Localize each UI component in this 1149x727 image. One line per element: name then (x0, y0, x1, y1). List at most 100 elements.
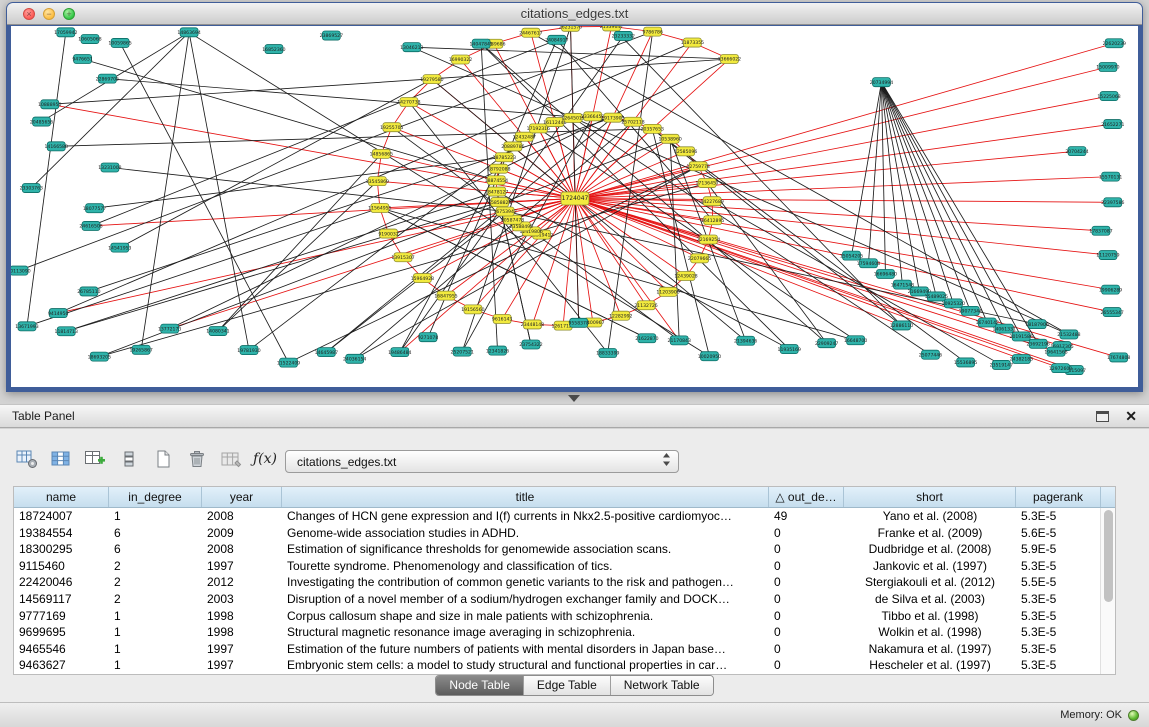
network-node[interactable]: 24084917 (545, 35, 568, 44)
cell-name[interactable]: 18724007 (14, 508, 109, 525)
cell-year[interactable]: 2003 (202, 591, 282, 608)
network-node[interactable]: 11873355 (681, 38, 704, 47)
table-row[interactable]: 2242004622012Investigating the contribut… (14, 574, 1100, 591)
column-header-out_degree[interactable]: △ out_de… (769, 487, 844, 507)
network-node[interactable]: 12886110 (890, 321, 913, 330)
cell-name[interactable]: 9115460 (14, 558, 109, 575)
network-node[interactable]: 23869527 (320, 31, 343, 40)
network-node[interactable]: 19641568 (1044, 347, 1067, 356)
network-node[interactable]: 14047845 (469, 39, 492, 48)
network-node[interactable]: 16852360 (262, 45, 285, 54)
cell-title[interactable]: Tourette syndrome. Phenomenology and cla… (282, 558, 769, 575)
network-node[interactable]: 16847955 (434, 291, 457, 300)
network-node[interactable]: 16696480 (874, 269, 897, 278)
network-node[interactable]: 17674808 (1107, 353, 1130, 362)
network-node[interactable]: 24382183 (1010, 355, 1033, 364)
network-node[interactable]: 21652271 (1101, 120, 1124, 129)
cell-name[interactable]: 9777169 (14, 608, 109, 625)
network-node[interactable]: 16412895 (701, 216, 724, 225)
cell-name[interactable]: 9699695 (14, 624, 109, 641)
cell-short[interactable]: Wolkin et al. (1998) (844, 624, 1016, 641)
create-table-button[interactable] (148, 445, 178, 473)
table-row[interactable]: 946554611997Estimation of the future num… (14, 641, 1100, 658)
cell-in_degree[interactable]: 1 (109, 657, 202, 674)
cell-pagerank[interactable]: 5.9E-5 (1016, 541, 1100, 558)
network-node[interactable]: 14645987 (315, 348, 338, 357)
cell-out_degree[interactable]: 0 (769, 608, 844, 625)
cell-pagerank[interactable]: 5.3E-5 (1016, 508, 1100, 525)
table-source-select[interactable]: citations_edges.txt (285, 450, 679, 473)
network-node[interactable]: 10925320 (942, 299, 965, 308)
network-node[interactable]: 20191586 (1010, 332, 1033, 341)
network-node[interactable]: 21532488 (1057, 330, 1080, 339)
network-node[interactable]: 10020950 (698, 352, 721, 361)
cell-title[interactable]: Embryonic stem cells: a model to study s… (282, 657, 769, 674)
network-node[interactable]: 10538960 (658, 134, 681, 143)
network-node[interactable]: 19906289 (1099, 285, 1122, 294)
cell-in_degree[interactable]: 6 (109, 525, 202, 542)
cell-short[interactable]: Stergiakouli et al. (2012) (844, 574, 1016, 591)
tab-node-table[interactable]: Node Table (436, 676, 523, 695)
cell-in_degree[interactable]: 2 (109, 558, 202, 575)
cell-pagerank[interactable]: 5.3E-5 (1016, 641, 1100, 658)
network-node[interactable]: 23233332 (612, 31, 635, 40)
network-node[interactable]: 12759778 (687, 162, 710, 171)
network-node[interactable]: 13671993 (15, 322, 38, 331)
network-node[interactable]: 21622870 (635, 334, 658, 343)
new-column-button[interactable] (80, 445, 110, 473)
select-rows-button[interactable] (114, 445, 144, 473)
cell-name[interactable]: 9465546 (14, 641, 109, 658)
network-node[interactable]: 14061331 (993, 324, 1016, 333)
function-builder-button[interactable]: ƒ(x) (250, 445, 280, 473)
cell-pagerank[interactable]: 5.3E-5 (1016, 657, 1100, 674)
cell-short[interactable]: Dudbridge et al. (2008) (844, 541, 1016, 558)
network-node[interactable]: 13666022 (718, 54, 741, 63)
network-node[interactable]: 24036154 (343, 354, 366, 363)
table-row[interactable]: 1456911722003Disruption of a novel membe… (14, 591, 1100, 608)
network-node[interactable]: 10888950 (38, 100, 61, 109)
network-node[interactable]: 23448148 (521, 320, 544, 329)
network-node[interactable]: 18833399 (596, 348, 619, 357)
network-node[interactable]: 12585096 (674, 147, 697, 156)
network-node[interactable]: 10059865 (108, 38, 131, 47)
column-header-short[interactable]: short (844, 487, 1016, 507)
cell-name[interactable]: 22420046 (14, 574, 109, 591)
cell-year[interactable]: 1998 (202, 624, 282, 641)
network-node[interactable]: 19486484 (388, 348, 411, 357)
network-node[interactable]: 12282992 (609, 311, 632, 320)
network-node[interactable]: 17059942 (54, 28, 77, 37)
network-node[interactable]: 19279580 (420, 75, 443, 84)
network-node[interactable]: 20734994 (870, 78, 893, 87)
cell-pagerank[interactable]: 5.5E-5 (1016, 574, 1100, 591)
float-panel-icon[interactable] (1096, 411, 1109, 422)
network-node[interactable]: 20357653 (641, 124, 664, 133)
cell-out_degree[interactable]: 49 (769, 508, 844, 525)
network-node[interactable]: 22869705 (96, 74, 119, 83)
network-node[interactable]: 22397586 (1101, 198, 1124, 207)
network-node[interactable]: 26231570 (559, 26, 582, 31)
table-row[interactable]: 969969511998Structural magnetic resonanc… (14, 624, 1100, 641)
network-node[interactable]: 18792088 (487, 164, 510, 173)
network-node[interactable]: 15536895 (954, 358, 977, 367)
column-header-year[interactable]: year (202, 487, 282, 507)
cell-year[interactable]: 2009 (202, 525, 282, 542)
network-canvas[interactable]: 1231941212419806235884952058747816753942… (11, 26, 1138, 387)
cell-in_degree[interactable]: 6 (109, 541, 202, 558)
table-row[interactable]: 946362711997Embryonic stem cells: a mode… (14, 657, 1100, 674)
network-node[interactable]: 23303763 (20, 184, 43, 193)
network-node[interactable]: 15964928 (411, 274, 434, 283)
cell-out_degree[interactable]: 0 (769, 525, 844, 542)
table-mode-button[interactable] (12, 445, 42, 473)
network-node[interactable]: 12341826 (486, 346, 509, 355)
network-node[interactable]: 22169254 (697, 235, 720, 244)
column-header-name[interactable]: name (14, 487, 109, 507)
network-node[interactable]: 19781930 (237, 346, 260, 355)
cell-pagerank[interactable]: 5.3E-5 (1016, 558, 1100, 575)
cell-title[interactable]: Disruption of a novel member of a sodium… (282, 591, 769, 608)
import-table-button[interactable] (216, 445, 246, 473)
network-node[interactable]: 11522409 (277, 358, 300, 367)
network-node[interactable]: 24467617 (519, 28, 542, 37)
cell-short[interactable]: Jankovic et al. (1997) (844, 558, 1016, 575)
cell-in_degree[interactable]: 1 (109, 624, 202, 641)
network-node[interactable]: 10605068 (78, 35, 101, 44)
